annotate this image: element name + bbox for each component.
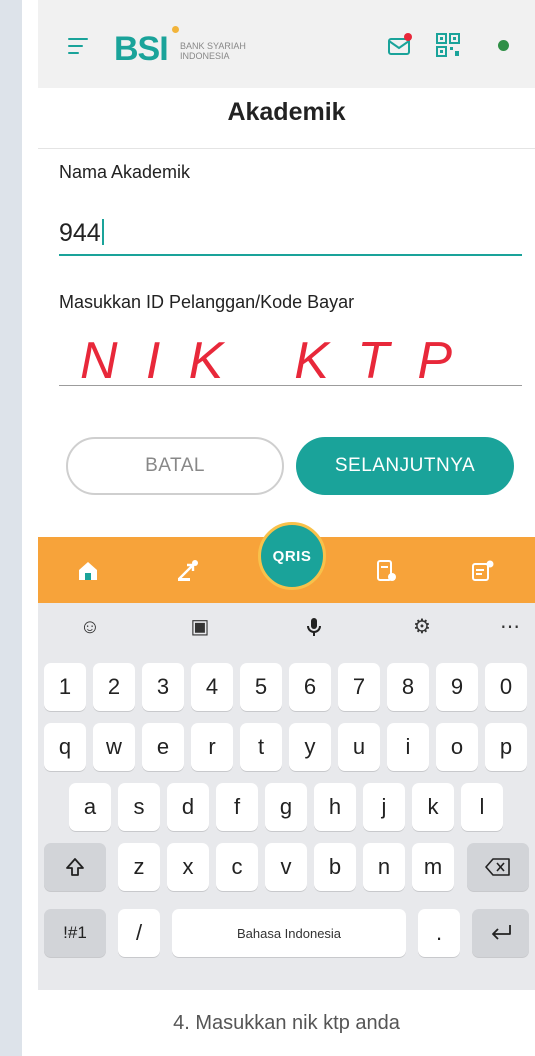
key-i[interactable]: i: [387, 723, 429, 771]
academy-name-input[interactable]: 944: [59, 219, 104, 248]
phone-screen: BSI BANK SYARIAH INDONESIA Akademik Nama…: [38, 0, 535, 990]
handwritten-nik-ktp: NIK KTP: [80, 332, 460, 390]
key-1[interactable]: 1: [44, 663, 86, 711]
key-3[interactable]: 3: [142, 663, 184, 711]
key-0[interactable]: 0: [485, 663, 527, 711]
slash-key[interactable]: /: [118, 909, 160, 957]
purchase-icon[interactable]: [470, 559, 494, 583]
academy-name-label: Nama Akademik: [59, 162, 191, 182]
key-5[interactable]: 5: [240, 663, 282, 711]
academy-input-underline: [59, 254, 522, 256]
key-2[interactable]: 2: [93, 663, 135, 711]
cancel-button[interactable]: BATAL: [66, 437, 284, 495]
key-b[interactable]: b: [314, 843, 356, 891]
mail-icon[interactable]: [387, 32, 413, 58]
key-u[interactable]: u: [338, 723, 380, 771]
bsi-logo: BSI BANK SYARIAH INDONESIA: [114, 24, 284, 68]
emoji-icon[interactable]: ☺: [78, 615, 102, 639]
enter-key[interactable]: [472, 909, 529, 957]
key-f[interactable]: f: [216, 783, 258, 831]
microphone-icon[interactable]: [302, 615, 326, 639]
key-8[interactable]: 8: [387, 663, 429, 711]
symbols-key[interactable]: !#1: [44, 909, 106, 957]
shift-arrow-icon: [66, 858, 84, 876]
space-key[interactable]: Bahasa Indonesia: [172, 909, 406, 957]
qr-code-icon[interactable]: [435, 32, 461, 58]
payment-icon[interactable]: [374, 559, 398, 583]
key-g[interactable]: g: [265, 783, 307, 831]
customer-id-label: Masukkan ID Pelanggan/Kode Bayar: [59, 292, 355, 312]
onscreen-keyboard: ☺ ▣ ⚙ ⋯ 1 2 3 4 5 6 7 8 9 0 q w e r t y …: [38, 603, 535, 990]
key-6[interactable]: 6: [289, 663, 331, 711]
key-q[interactable]: q: [44, 723, 86, 771]
key-v[interactable]: v: [265, 843, 307, 891]
key-z[interactable]: z: [118, 843, 160, 891]
settings-gear-icon[interactable]: ⚙: [410, 615, 434, 639]
step-caption: 4. Masukkan nik ktp anda: [173, 1012, 400, 1034]
logo-text: BSI: [114, 30, 169, 68]
key-s[interactable]: s: [118, 783, 160, 831]
key-x[interactable]: x: [167, 843, 209, 891]
key-w[interactable]: w: [93, 723, 135, 771]
logo-dot: [172, 26, 179, 33]
key-l[interactable]: l: [461, 783, 503, 831]
sticker-icon[interactable]: ▣: [188, 615, 212, 639]
key-t[interactable]: t: [240, 723, 282, 771]
next-button[interactable]: SELANJUTNYA: [296, 437, 514, 495]
academy-name-value: 944: [59, 219, 101, 247]
backspace-key[interactable]: [467, 843, 529, 891]
transfer-icon[interactable]: [175, 559, 199, 583]
key-m[interactable]: m: [412, 843, 454, 891]
key-a[interactable]: a: [69, 783, 111, 831]
key-h[interactable]: h: [314, 783, 356, 831]
customer-id-underline: [59, 385, 522, 386]
key-p[interactable]: p: [485, 723, 527, 771]
title-divider: [38, 148, 535, 149]
home-icon[interactable]: [76, 559, 100, 583]
keyboard-toolbar: ☺ ▣ ⚙ ⋯: [38, 603, 535, 649]
customer-id-input-handwriting[interactable]: NIK KTP: [78, 316, 478, 396]
backspace-icon: [485, 858, 510, 876]
text-cursor: [101, 219, 104, 245]
key-e[interactable]: e: [142, 723, 184, 771]
more-options-icon[interactable]: ⋯: [498, 615, 522, 639]
app-header: BSI BANK SYARIAH INDONESIA: [38, 0, 535, 88]
left-margin-bar: [0, 0, 22, 1056]
key-d[interactable]: d: [167, 783, 209, 831]
status-online-dot: [498, 40, 509, 51]
key-9[interactable]: 9: [436, 663, 478, 711]
qris-button[interactable]: QRIS: [258, 522, 326, 590]
key-c[interactable]: c: [216, 843, 258, 891]
period-key[interactable]: .: [418, 909, 460, 957]
key-n[interactable]: n: [363, 843, 405, 891]
shift-key[interactable]: [44, 843, 106, 891]
enter-arrow-icon: [491, 925, 511, 940]
logo-subtitle: BANK SYARIAH INDONESIA: [180, 41, 246, 61]
hamburger-menu-icon[interactable]: [68, 38, 88, 54]
key-r[interactable]: r: [191, 723, 233, 771]
key-o[interactable]: o: [436, 723, 478, 771]
key-y[interactable]: y: [289, 723, 331, 771]
key-j[interactable]: j: [363, 783, 405, 831]
key-k[interactable]: k: [412, 783, 454, 831]
key-7[interactable]: 7: [338, 663, 380, 711]
key-4[interactable]: 4: [191, 663, 233, 711]
page-title: Akademik: [227, 98, 346, 126]
